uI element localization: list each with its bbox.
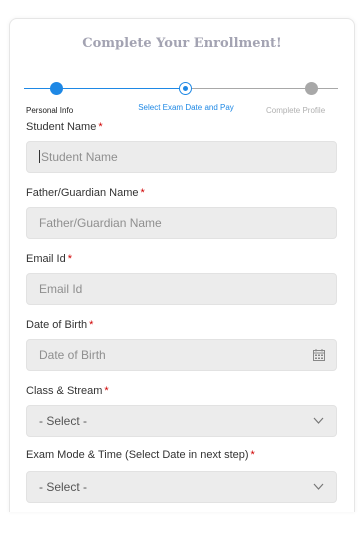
class-stream-value: - Select -	[39, 414, 88, 428]
required-marker: *	[98, 121, 103, 133]
step-2-label: Select Exam Date and Pay	[138, 103, 234, 112]
text-caret	[39, 150, 40, 164]
enrollment-card: Complete Your Enrollment! Personal Info …	[9, 18, 355, 512]
step-2-dot	[179, 82, 192, 95]
step-3-label: Complete Profile	[266, 106, 326, 115]
step-1-dot	[50, 82, 63, 95]
guardian-name-placeholder: Father/Guardian Name	[39, 216, 162, 230]
required-marker: *	[89, 319, 94, 331]
guardian-name-input[interactable]: Father/Guardian Name	[26, 207, 337, 239]
email-label: Email Id *	[26, 253, 73, 265]
calendar-icon[interactable]	[313, 349, 325, 361]
class-stream-label: Class & Stream *	[26, 385, 109, 397]
required-marker: *	[104, 385, 109, 397]
chevron-down-icon	[313, 417, 324, 424]
required-marker: *	[67, 253, 73, 265]
progress-stepper: Personal Info Select Exam Date and Pay C…	[10, 77, 354, 117]
stepper-line-completed	[24, 88, 186, 89]
guardian-name-label: Father/Guardian Name *	[26, 187, 145, 199]
step-3-dot	[305, 82, 318, 95]
email-field[interactable]: Email Id	[26, 273, 337, 305]
student-name-label: Student Name *	[26, 121, 103, 133]
class-stream-select[interactable]: - Select -	[26, 405, 337, 437]
exam-mode-value: - Select -	[39, 480, 88, 494]
student-name-input[interactable]: Student Name	[26, 141, 337, 173]
dob-input[interactable]: Date of Birth	[26, 339, 337, 371]
exam-mode-label: Exam Mode & Time (Select Date in next st…	[26, 449, 255, 461]
dob-label: Date of Birth *	[26, 319, 94, 331]
student-name-placeholder: Student Name	[41, 150, 118, 164]
form-title: Complete Your Enrollment!	[82, 36, 282, 51]
required-marker: *	[250, 449, 255, 461]
step-1-label: Personal Info	[26, 106, 74, 115]
required-marker: *	[140, 187, 145, 199]
exam-mode-select[interactable]: - Select -	[26, 471, 337, 503]
chevron-down-icon	[313, 483, 324, 490]
dob-placeholder: Date of Birth	[39, 348, 106, 362]
email-placeholder: Email Id	[39, 282, 83, 296]
